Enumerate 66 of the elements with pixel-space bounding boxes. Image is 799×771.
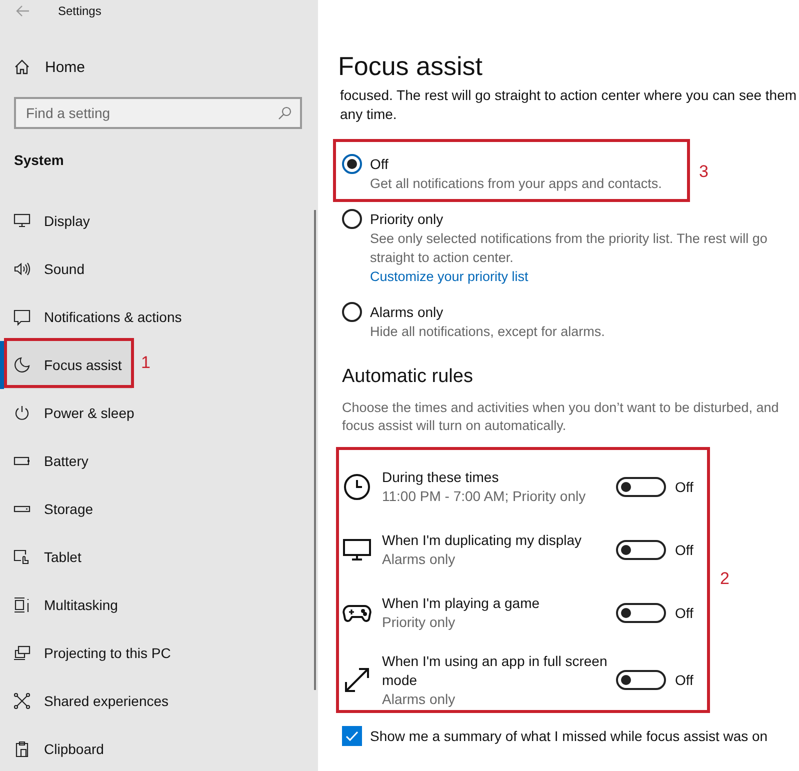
page-title: Focus assist	[338, 50, 484, 82]
rule-title: During these times	[382, 468, 500, 486]
option-label: Alarms only	[370, 303, 444, 322]
sidebar-item[interactable]: Power & sleep	[0, 389, 144, 437]
toggle-state: Off	[675, 672, 694, 688]
rule-subtitle: Priority only	[382, 612, 456, 632]
rule-subtitle: Alarms only	[382, 690, 456, 708]
priority-list-link[interactable]: Customize your priority list	[370, 267, 528, 286]
option-label: Off	[370, 155, 390, 174]
rule-title: When I'm using an app in full screen mode	[382, 652, 608, 690]
toggle-switch[interactable]	[616, 670, 666, 690]
sidebar-item[interactable]: Multitasking	[0, 581, 128, 629]
annotation-number: 3	[699, 162, 708, 182]
rule-subtitle: 11:00 PM - 7:00 AM; Priority only	[382, 486, 587, 506]
sidebar-item[interactable]: Battery	[0, 437, 98, 485]
rule-subtitle: Alarms only	[382, 550, 456, 568]
sidebar-item[interactable]: Focus assist	[0, 341, 132, 389]
toggle-switch[interactable]	[616, 476, 666, 496]
scrollbar[interactable]	[314, 210, 316, 690]
radio-button[interactable]	[342, 209, 362, 229]
fullscreen-icon	[342, 665, 372, 695]
sidebar-item[interactable]: Notifications & actions	[0, 293, 192, 341]
toggle-switch[interactable]	[616, 602, 666, 622]
option-label: Priority only	[370, 210, 444, 229]
notifications-icon	[13, 308, 31, 326]
search-field[interactable]: Find a setting	[14, 97, 302, 129]
display-icon	[13, 212, 31, 230]
section-heading: Automatic rules	[342, 365, 474, 389]
rule-title: When I'm duplicating my display	[382, 530, 583, 550]
projecting-icon	[13, 644, 31, 662]
tablet-icon	[13, 548, 31, 566]
sidebar-item[interactable]: Projecting to this PC	[0, 629, 181, 677]
rules-description: Choose the times and activities when you don’t want to be disturbed, and focus assist will turn on automatically.	[342, 399, 780, 435]
sidebar-item[interactable]: Tablet	[0, 533, 92, 581]
window-title: Settings	[58, 4, 102, 18]
radio-button[interactable]	[342, 154, 362, 174]
toggle-state: Off	[675, 478, 694, 494]
toggle-switch[interactable]	[616, 540, 666, 560]
sidebar-item[interactable]: Sound	[0, 245, 94, 293]
checkbox[interactable]	[342, 726, 362, 746]
sidebar-item[interactable]: Display	[0, 197, 100, 245]
sidebar-item[interactable]: Shared experiences	[0, 677, 179, 725]
sidebar-item[interactable]: Storage	[0, 485, 104, 533]
multitasking-icon	[13, 596, 31, 614]
checkbox-label: Show me a summary of what I missed while focus assist was on	[370, 728, 768, 744]
section-heading: System	[14, 151, 64, 169]
radio-button[interactable]	[342, 302, 362, 322]
annotation-number: 1	[141, 353, 150, 373]
power-icon	[13, 404, 31, 422]
clock-icon	[342, 472, 372, 502]
sidebar-item[interactable]: Clipboard	[0, 725, 114, 771]
annotation-number: 2	[720, 569, 730, 589]
sound-icon	[13, 260, 31, 278]
toggle-state: Off	[675, 542, 694, 558]
shared-icon	[13, 692, 31, 710]
option-description: Hide all notifications, except for alarms.	[370, 323, 605, 341]
option-description: Get all notifications from your apps and contacts.	[370, 175, 662, 193]
intro-text: focused. The rest will go straight to action center where you can see them any time.	[340, 86, 798, 124]
option-description: See only selected notifications from the priority list. The rest will go straight to action center.	[370, 230, 768, 267]
toggle-state: Off	[675, 604, 694, 620]
clipboard-icon	[13, 740, 31, 758]
search-icon	[278, 106, 292, 120]
home-icon	[14, 59, 30, 75]
moon-icon	[13, 356, 31, 374]
rule-title: When I'm playing a game	[382, 594, 541, 612]
home-link[interactable]: Home	[0, 50, 94, 84]
